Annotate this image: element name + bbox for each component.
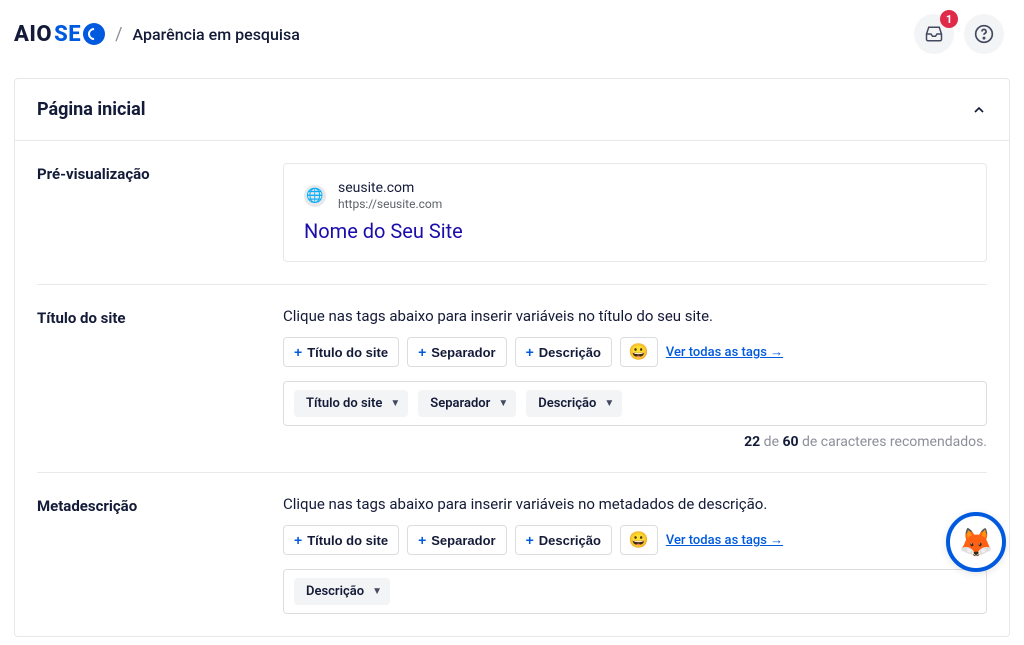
chip-label: Descrição bbox=[306, 584, 364, 599]
meta-description-input[interactable]: Descrição ▼ bbox=[283, 569, 987, 614]
tag-label: Descrição bbox=[539, 345, 601, 360]
plus-icon: + bbox=[294, 344, 302, 360]
meta-tag-row: +Título do site +Separador +Descrição 😀 … bbox=[283, 525, 987, 555]
preview-label: Pré-visualização bbox=[37, 163, 283, 262]
tag-site-title-button[interactable]: + Título do site bbox=[283, 525, 399, 555]
tag-description-button[interactable]: + Descrição bbox=[515, 337, 612, 367]
tag-site-title-button[interactable]: + Título do site bbox=[283, 337, 399, 367]
chevron-down-icon: ▼ bbox=[498, 398, 508, 409]
chevron-up-icon[interactable] bbox=[971, 102, 987, 118]
site-title-content: Clique nas tags abaixo para inserir vari… bbox=[283, 307, 987, 450]
emoji-picker-button[interactable]: 😀 bbox=[620, 525, 658, 555]
character-counter: 22 de 60 de caracteres recomendados. bbox=[283, 434, 987, 450]
chip-separator[interactable]: Separador ▼ bbox=[418, 390, 516, 417]
logo-gear-icon bbox=[83, 23, 105, 45]
help-button[interactable] bbox=[964, 14, 1004, 54]
view-all-tags-link[interactable]: Ver todas as tags → bbox=[666, 532, 783, 548]
logo[interactable]: AIO SE bbox=[14, 22, 105, 47]
site-title-input[interactable]: Título do site ▼ Separador ▼ Descrição ▼ bbox=[283, 381, 987, 426]
tag-label: Título do site bbox=[307, 533, 388, 548]
meta-description-row: Metadescrição Clique nas tags abaixo par… bbox=[37, 473, 987, 636]
tag-description-button[interactable]: + Descrição bbox=[515, 525, 612, 555]
inbox-button[interactable]: 1 bbox=[914, 14, 954, 54]
plus-icon: + bbox=[418, 344, 426, 360]
card-header[interactable]: Página inicial bbox=[15, 79, 1009, 141]
chevron-down-icon: ▼ bbox=[604, 398, 614, 409]
page-title: Aparência em pesquisa bbox=[133, 25, 300, 44]
help-icon bbox=[974, 24, 994, 44]
tag-label: Separador bbox=[431, 533, 495, 548]
meta-content: Clique nas tags abaixo para inserir vari… bbox=[283, 495, 987, 614]
preview-title: Nome do Seu Site bbox=[304, 219, 966, 243]
chip-description[interactable]: Descrição ▼ bbox=[294, 578, 390, 605]
inbox-icon bbox=[925, 25, 943, 43]
globe-icon: 🌐 bbox=[304, 185, 326, 207]
counter-current: 22 bbox=[744, 434, 760, 450]
chip-label: Título do site bbox=[306, 396, 382, 411]
homepage-card: Página inicial Pré-visualização 🌐 seusit… bbox=[14, 78, 1010, 637]
mascot-button[interactable]: 🦊 bbox=[946, 512, 1006, 572]
chip-label: Descrição bbox=[538, 396, 596, 411]
plus-icon: + bbox=[294, 532, 302, 548]
logo-text-pre: AIO bbox=[14, 22, 52, 47]
header-left: AIO SE / Aparência em pesquisa bbox=[14, 22, 300, 47]
site-title-helper: Clique nas tags abaixo para inserir vari… bbox=[283, 307, 987, 325]
breadcrumb-separator: / bbox=[115, 24, 122, 45]
site-title-row: Título do site Clique nas tags abaixo pa… bbox=[37, 285, 987, 473]
chevron-down-icon: ▼ bbox=[372, 586, 382, 597]
site-title-label: Título do site bbox=[37, 307, 283, 450]
counter-suffix: de caracteres recomendados. bbox=[799, 434, 987, 450]
meta-label: Metadescrição bbox=[37, 495, 283, 614]
counter-max: 60 bbox=[782, 434, 798, 450]
tag-label: Título do site bbox=[307, 345, 388, 360]
site-title-tag-row: +Título do site +Separador +Descrição 😀 … bbox=[283, 337, 987, 367]
header-right: 1 bbox=[914, 14, 1004, 54]
emoji-picker-button[interactable]: 😀 bbox=[620, 337, 658, 367]
card-body: Pré-visualização 🌐 seusite.com https://s… bbox=[15, 141, 1009, 636]
preview-top: 🌐 seusite.com https://seusite.com bbox=[304, 180, 966, 211]
counter-mid: de bbox=[760, 434, 782, 450]
chevron-down-icon: ▼ bbox=[390, 398, 400, 409]
plus-icon: + bbox=[418, 532, 426, 548]
preview-site-name: seusite.com bbox=[338, 180, 442, 197]
tag-label: Separador bbox=[431, 345, 495, 360]
plus-icon: + bbox=[526, 344, 534, 360]
tag-separator-button[interactable]: + Separador bbox=[407, 525, 507, 555]
logo-text-post: SE bbox=[54, 22, 81, 47]
preview-row: Pré-visualização 🌐 seusite.com https://s… bbox=[37, 141, 987, 285]
card-title: Página inicial bbox=[37, 99, 146, 120]
chip-description[interactable]: Descrição ▼ bbox=[526, 390, 622, 417]
tag-separator-button[interactable]: + Separador bbox=[407, 337, 507, 367]
notification-badge: 1 bbox=[940, 10, 958, 28]
app-header: AIO SE / Aparência em pesquisa 1 bbox=[0, 0, 1024, 70]
chip-label: Separador bbox=[430, 396, 490, 411]
tag-label: Descrição bbox=[539, 533, 601, 548]
serp-preview: 🌐 seusite.com https://seusite.com Nome d… bbox=[283, 163, 987, 262]
view-all-tags-link[interactable]: Ver todas as tags → bbox=[666, 344, 783, 360]
preview-content: 🌐 seusite.com https://seusite.com Nome d… bbox=[283, 163, 987, 262]
meta-helper: Clique nas tags abaixo para inserir vari… bbox=[283, 495, 987, 513]
preview-url: https://seusite.com bbox=[338, 197, 442, 211]
plus-icon: + bbox=[526, 532, 534, 548]
chip-site-title[interactable]: Título do site ▼ bbox=[294, 390, 408, 417]
